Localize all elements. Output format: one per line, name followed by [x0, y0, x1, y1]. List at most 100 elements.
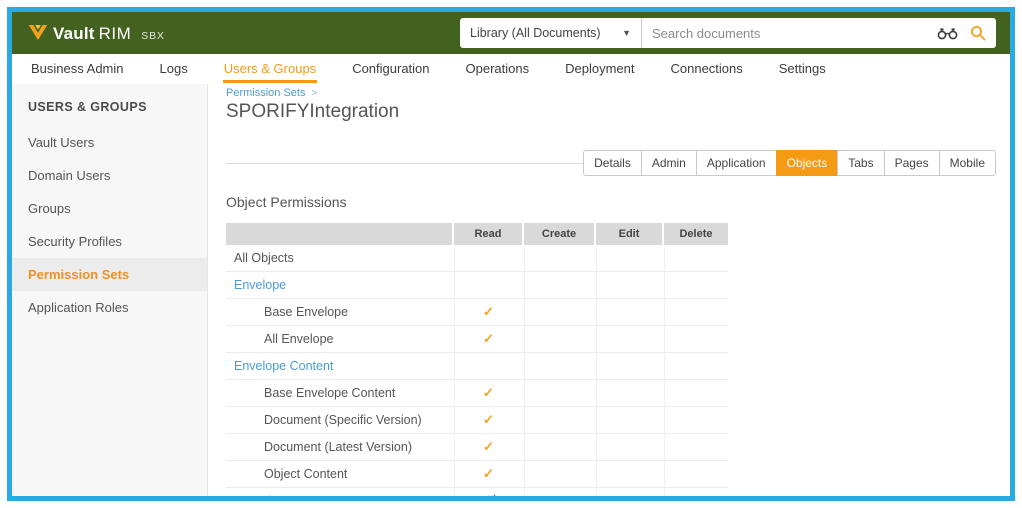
tab-application[interactable]: Application	[696, 150, 777, 176]
top-bar: Vault RIM SBX Library (All Documents) ▼	[12, 12, 1010, 54]
object-label-document-latest-version: Document (Latest Version)	[226, 434, 452, 460]
sidebar-item-application-roles[interactable]: Application Roles	[12, 291, 207, 324]
nav-item-label: Configuration	[351, 56, 430, 83]
breadcrumb-link-permission-sets[interactable]: Permission Sets	[226, 87, 305, 99]
check-asterisk-icon: ✓*	[480, 493, 496, 496]
table-row: Envelope	[226, 272, 728, 299]
edit-cell	[596, 434, 662, 460]
tab-objects[interactable]: Objects	[776, 150, 839, 176]
edit-cell	[596, 245, 662, 271]
delete-cell	[664, 245, 728, 271]
binoculars-icon	[937, 27, 958, 40]
create-cell	[524, 299, 594, 325]
library-scope-dropdown[interactable]: Library (All Documents) ▼	[460, 18, 642, 48]
section-title: Object Permissions	[226, 194, 996, 210]
table-row: Document (Latest Version) ✓	[226, 434, 728, 461]
vault-logo[interactable]: Vault RIM SBX	[28, 22, 165, 44]
tabs-row: DetailsAdminApplicationObjectsTabsPagesM…	[226, 150, 996, 176]
search-icon	[970, 25, 986, 41]
edit-cell	[596, 380, 662, 406]
search-button[interactable]	[964, 18, 996, 48]
tab-pages[interactable]: Pages	[884, 150, 940, 176]
tab-admin[interactable]: Admin	[641, 150, 697, 176]
breadcrumb: Permission Sets >	[226, 87, 996, 99]
body: USERS & GROUPS Vault UsersDomain UsersGr…	[12, 84, 1010, 496]
column-header-object	[226, 223, 452, 245]
delete-cell	[664, 434, 728, 460]
delete-cell	[664, 407, 728, 433]
check-icon: ✓	[483, 332, 494, 346]
create-cell	[524, 488, 594, 496]
object-permissions-table-body: All ObjectsEnvelopeBase Envelope✓All Env…	[226, 245, 728, 496]
breadcrumb-separator: >	[312, 88, 318, 99]
create-cell	[524, 461, 594, 487]
sidebar-title: USERS & GROUPS	[12, 90, 207, 126]
nav-item-configuration[interactable]: Configuration	[351, 54, 430, 84]
environment-badge: SBX	[141, 30, 164, 42]
tab-tabs[interactable]: Tabs	[837, 150, 884, 176]
nav-item-settings[interactable]: Settings	[778, 54, 827, 84]
sidebar-item-permission-sets[interactable]: Permission Sets	[12, 258, 207, 291]
edit-cell	[596, 326, 662, 352]
nav-item-connections[interactable]: Connections	[669, 54, 743, 84]
column-header-delete: Delete	[664, 223, 728, 245]
sidebar-item-vault-users[interactable]: Vault Users	[12, 126, 207, 159]
library-scope-label: Library (All Documents)	[470, 26, 601, 40]
object-label-base-envelope: Base Envelope	[226, 299, 452, 325]
object-label-base-envelope-content: Base Envelope Content	[226, 380, 452, 406]
nav-item-label: Deployment	[564, 56, 635, 83]
delete-cell	[664, 326, 728, 352]
delete-cell	[664, 461, 728, 487]
object-link-envelope[interactable]: Envelope	[226, 272, 452, 298]
edit-cell	[596, 461, 662, 487]
global-search: Library (All Documents) ▼	[460, 18, 996, 48]
read-cell: ✓*	[454, 488, 522, 496]
chevron-down-icon: ▼	[622, 28, 631, 38]
create-cell	[524, 326, 594, 352]
edit-cell	[596, 488, 662, 496]
nav-item-deployment[interactable]: Deployment	[564, 54, 635, 84]
nav-item-label: Operations	[465, 56, 531, 83]
read-cell	[454, 353, 522, 379]
read-cell: ✓	[454, 434, 522, 460]
object-link-rim-view[interactable]: RIM View	[226, 488, 452, 496]
vault-v-icon	[28, 24, 48, 41]
create-cell	[524, 434, 594, 460]
read-cell: ✓	[454, 380, 522, 406]
nav-item-operations[interactable]: Operations	[465, 54, 531, 84]
read-cell	[454, 245, 522, 271]
tab-details[interactable]: Details	[583, 150, 642, 176]
tab-mobile[interactable]: Mobile	[939, 150, 996, 176]
sidebar-item-domain-users[interactable]: Domain Users	[12, 159, 207, 192]
sidebar-item-groups[interactable]: Groups	[12, 192, 207, 225]
table-row: RIM View ✓*	[226, 488, 728, 496]
sidebar-items: Vault UsersDomain UsersGroupsSecurity Pr…	[12, 126, 207, 324]
read-cell: ✓	[454, 461, 522, 487]
nav-item-business-admin[interactable]: Business Admin	[30, 54, 125, 84]
nav-item-logs[interactable]: Logs	[159, 54, 189, 84]
nav-item-users-groups[interactable]: Users & Groups	[223, 54, 317, 84]
edit-cell	[596, 299, 662, 325]
check-icon: ✓	[483, 413, 494, 427]
read-cell	[454, 272, 522, 298]
page-title: SPORIFYIntegration	[226, 101, 996, 123]
object-link-envelope-content[interactable]: Envelope Content	[226, 353, 452, 379]
check-icon: ✓	[483, 386, 494, 400]
edit-cell	[596, 407, 662, 433]
table-row: All Objects	[226, 245, 728, 272]
logo-word-vault: Vault	[53, 24, 95, 44]
check-icon: ✓	[483, 440, 494, 454]
table-header: ReadCreateEditDelete	[226, 223, 728, 245]
delete-cell	[664, 488, 728, 496]
column-header-create: Create	[524, 223, 594, 245]
advanced-search-button[interactable]	[933, 18, 964, 48]
edit-cell	[596, 272, 662, 298]
search-input[interactable]	[642, 18, 933, 48]
object-label-all-objects: All Objects	[226, 245, 452, 271]
create-cell	[524, 245, 594, 271]
nav-item-label: Business Admin	[30, 56, 125, 83]
sidebar-item-security-profiles[interactable]: Security Profiles	[12, 225, 207, 258]
column-header-edit: Edit	[596, 223, 662, 245]
table-row: Object Content✓	[226, 461, 728, 488]
logo-word-rim: RIM	[99, 24, 132, 44]
